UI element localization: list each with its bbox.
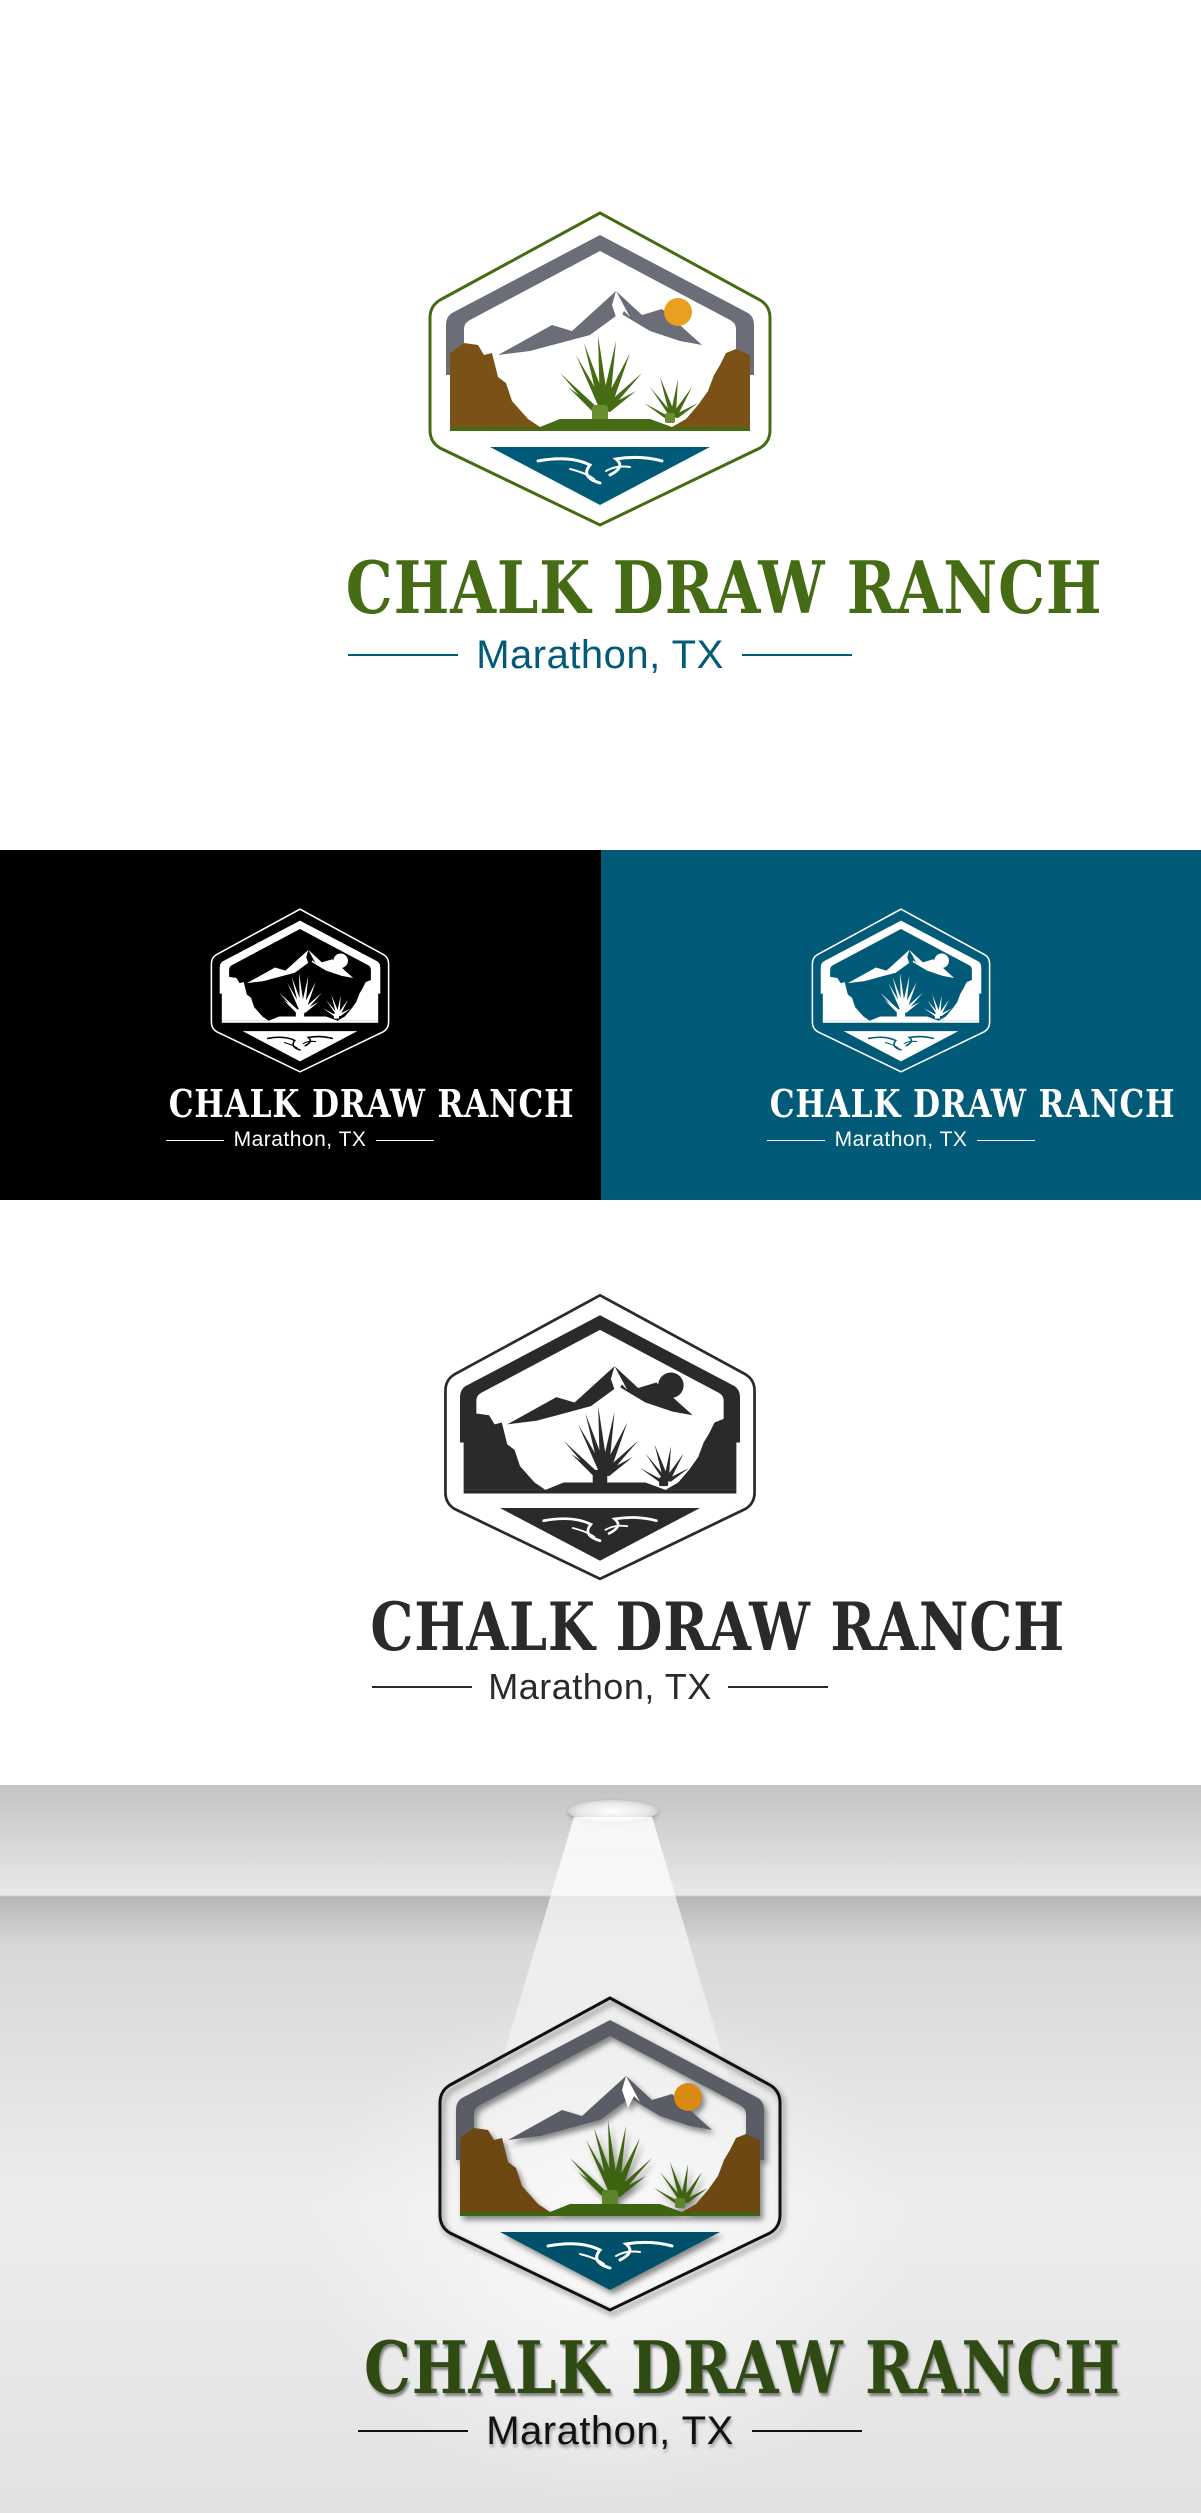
logo-white-on-teal: CHALK DRAW RANCH Marathon, TX xyxy=(741,905,1176,1155)
divider-left xyxy=(766,1139,825,1141)
divider-left xyxy=(348,654,459,656)
location-text: Marathon, TX xyxy=(476,632,724,677)
location-line: Marathon, TX xyxy=(140,1127,460,1153)
teal-half: CHALK DRAW RANCH Marathon, TX xyxy=(601,850,1201,1200)
ranch-emblem-icon xyxy=(380,205,820,535)
location-line: Marathon, TX xyxy=(741,1127,1061,1153)
monochrome-panel: CHALK DRAW RANCH Marathon, TX xyxy=(0,1200,1201,1780)
divider-right xyxy=(727,1686,828,1688)
brand-name: CHALK DRAW RANCH xyxy=(345,545,1103,630)
divider-right xyxy=(751,2430,862,2432)
brand-name: CHALK DRAW RANCH xyxy=(769,1081,1176,1126)
wall-mockup-panel: CHALK DRAW RANCH Marathon, TX xyxy=(0,1785,1201,2513)
location-text: Marathon, TX xyxy=(486,2408,734,2453)
divider-left xyxy=(372,1686,473,1688)
brand-name: CHALK DRAW RANCH xyxy=(168,1081,575,1126)
brand-name: CHALK DRAW RANCH xyxy=(364,2325,1121,2410)
logo-white-on-black: CHALK DRAW RANCH Marathon, TX xyxy=(140,905,575,1155)
logo-monochrome: CHALK DRAW RANCH Marathon, TX xyxy=(320,1288,1066,1708)
location-line: Marathon, TX xyxy=(320,1666,880,1708)
divider-right xyxy=(977,1139,1036,1141)
divider-left xyxy=(165,1139,224,1141)
location-text: Marathon, TX xyxy=(834,1128,968,1151)
divider-right xyxy=(741,654,852,656)
ranch-emblem-icon xyxy=(390,1990,830,2320)
logo-full-color: CHALK DRAW RANCH Marathon, TX xyxy=(290,205,1103,685)
ranch-emblem-icon xyxy=(185,905,415,1077)
full-color-panel: CHALK DRAW RANCH Marathon, TX xyxy=(0,0,1201,850)
inverse-panel: CHALK DRAW RANCH Marathon, TX CHALK DRAW… xyxy=(0,850,1201,1200)
ranch-emblem-icon xyxy=(786,905,1016,1077)
brand-name: CHALK DRAW RANCH xyxy=(370,1588,1066,1666)
divider-right xyxy=(376,1139,435,1141)
black-half: CHALK DRAW RANCH Marathon, TX xyxy=(0,850,601,1200)
location-line: Marathon, TX xyxy=(310,2408,910,2454)
location-text: Marathon, TX xyxy=(233,1128,367,1151)
divider-left xyxy=(358,2430,469,2432)
location-line: Marathon, TX xyxy=(290,630,910,680)
ranch-emblem-icon xyxy=(400,1288,800,1588)
location-text: Marathon, TX xyxy=(488,1666,712,1707)
logo-wall-sign: CHALK DRAW RANCH Marathon, TX xyxy=(310,1990,1121,2460)
